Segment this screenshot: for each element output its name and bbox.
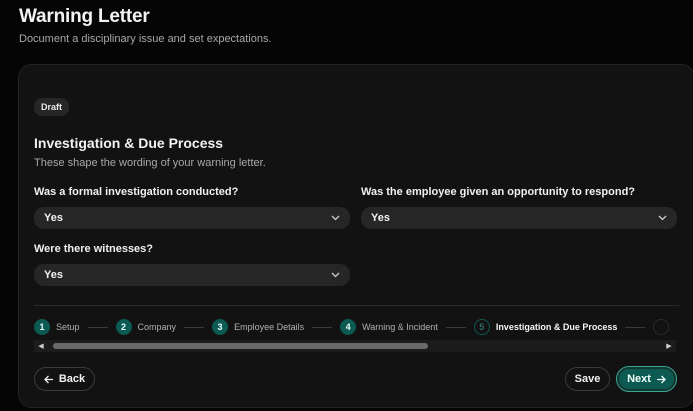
form-card: Draft Investigation & Due Process These … [18, 64, 693, 408]
step-warning-incident[interactable]: 4 Warning & Incident [340, 319, 438, 335]
chevron-down-icon [330, 213, 340, 223]
next-button[interactable]: Next [616, 366, 677, 392]
step-employee-details[interactable]: 3 Employee Details [212, 319, 304, 335]
step-setup[interactable]: 1 Setup [34, 319, 80, 335]
investigation-select[interactable]: Yes [34, 207, 350, 229]
witnesses-label: Were there witnesses? [34, 243, 154, 255]
opportunity-value: Yes [371, 212, 390, 224]
stepper: 1 Setup 2 Company 3 Employee Details 4 W… [34, 317, 675, 337]
section-description: These shape the wording of your warning … [34, 157, 266, 169]
step-label: Investigation & Due Process [495, 322, 618, 332]
divider [34, 305, 679, 306]
arrow-right-icon [656, 375, 666, 384]
step-company[interactable]: 2 Company [115, 319, 177, 335]
status-badge: Draft [34, 98, 70, 116]
step-connector [445, 326, 466, 328]
witnesses-value: Yes [44, 269, 63, 281]
opportunity-label: Was the employee given an opportunity to… [361, 186, 636, 198]
back-label: Back [58, 373, 86, 385]
step-label: Employee Details [234, 322, 305, 332]
back-button[interactable]: Back [34, 367, 95, 391]
step-label: Warning & Incident [362, 322, 438, 332]
step-label: Setup [56, 322, 80, 332]
step-connector [184, 326, 205, 328]
step-number [653, 319, 670, 335]
step-number: 3 [212, 319, 229, 335]
step-connector [625, 326, 646, 328]
investigation-label: Was a formal investigation conducted? [34, 186, 239, 198]
step-number: 5 [473, 319, 490, 335]
section-title: Investigation & Due Process [34, 135, 224, 151]
save-label: Save [574, 373, 601, 385]
arrow-left-icon [43, 375, 54, 384]
step-next-hidden[interactable] [653, 319, 670, 335]
step-connector [87, 326, 108, 328]
page-title: Warning Letter [19, 6, 150, 27]
step-number: 2 [115, 319, 132, 335]
investigation-value: Yes [44, 212, 63, 224]
horizontal-scrollbar[interactable]: ◀ ▶ [34, 340, 676, 352]
step-number: 4 [340, 319, 357, 335]
scroll-left-icon[interactable]: ◀ [36, 340, 46, 352]
scroll-right-icon[interactable]: ▶ [664, 340, 674, 352]
step-connector [312, 326, 333, 328]
step-label: Company [137, 322, 177, 332]
step-investigation-due-process[interactable]: 5 Investigation & Due Process [473, 319, 618, 335]
next-label: Next [627, 373, 651, 385]
chevron-down-icon [330, 270, 340, 280]
save-button[interactable]: Save [565, 367, 610, 391]
step-number: 1 [34, 319, 50, 335]
chevron-down-icon [657, 213, 667, 223]
page-subtitle: Document a disciplinary issue and set ex… [19, 33, 272, 45]
opportunity-select[interactable]: Yes [361, 207, 677, 229]
witnesses-select[interactable]: Yes [34, 264, 350, 286]
scroll-thumb[interactable] [53, 343, 428, 349]
